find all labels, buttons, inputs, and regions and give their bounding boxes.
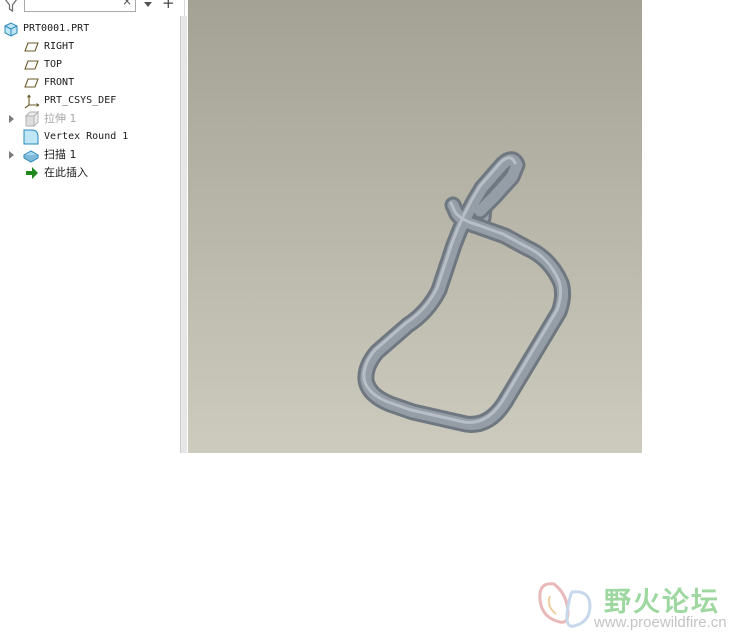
tree-item-label: RIGHT	[44, 41, 75, 52]
graphics-viewport[interactable]	[188, 0, 642, 453]
insert-here-arrow-icon	[26, 167, 38, 179]
tree-item-front[interactable]: FRONT	[0, 74, 180, 92]
tree-item-insert-here[interactable]: 在此插入	[0, 164, 180, 182]
datum-plane-icon	[24, 42, 39, 52]
butterfly-logo-icon	[538, 582, 592, 628]
tree-item-extrude[interactable]: 拉伸 1	[0, 110, 180, 128]
tree-item-label: FRONT	[44, 77, 75, 88]
model-tree-panel: × + PRT0001.PRT RIGHT TOP FRONT PRT_CSYS…	[0, 0, 185, 453]
expand-arrow-icon[interactable]	[7, 110, 17, 128]
tree-item-csys[interactable]: PRT_CSYS_DEF	[0, 92, 180, 110]
clear-icon[interactable]: ×	[122, 0, 132, 8]
tree-item-label: TOP	[44, 59, 63, 70]
tree-scrollbar[interactable]	[180, 16, 187, 453]
tree-item-label: Vertex Round 1	[44, 131, 129, 142]
vertex-round-icon	[23, 129, 39, 145]
tree-item-sweep[interactable]: 扫描 1	[0, 146, 180, 164]
tree-item-label: 拉伸 1	[44, 112, 77, 125]
tree-item-part[interactable]: PRT0001.PRT	[0, 20, 180, 38]
model-tree: PRT0001.PRT RIGHT TOP FRONT PRT_CSYS_DEF…	[0, 20, 180, 182]
part-icon	[4, 22, 18, 37]
tree-item-right[interactable]: RIGHT	[0, 38, 180, 56]
tree-item-label: 扫描 1	[44, 148, 77, 161]
wire-model	[357, 151, 572, 433]
sweep-icon	[23, 150, 39, 163]
tree-item-label: PRT0001.PRT	[23, 23, 90, 34]
tree-search-field[interactable]: ×	[24, 0, 136, 12]
tree-item-vertex-round[interactable]: Vertex Round 1	[0, 128, 180, 146]
datum-plane-icon	[24, 60, 39, 70]
chevron-down-icon[interactable]	[143, 0, 153, 9]
coordinate-system-icon	[24, 94, 40, 109]
expand-arrow-icon[interactable]	[7, 146, 17, 164]
model-tree-toolbar: × +	[0, 0, 184, 16]
extrude-icon	[24, 111, 40, 127]
watermark-url: www.proewildfire.cn	[594, 614, 727, 631]
add-icon[interactable]: +	[162, 0, 175, 11]
filter-funnel-icon[interactable]	[3, 0, 19, 12]
tree-item-label: PRT_CSYS_DEF	[44, 95, 117, 106]
tree-item-label: 在此插入	[44, 166, 88, 179]
forum-watermark: 野火论坛 www.proewildfire.cn	[534, 576, 740, 636]
tree-search-input[interactable]	[27, 0, 117, 8]
datum-plane-icon	[24, 78, 39, 88]
tree-item-top[interactable]: TOP	[0, 56, 180, 74]
